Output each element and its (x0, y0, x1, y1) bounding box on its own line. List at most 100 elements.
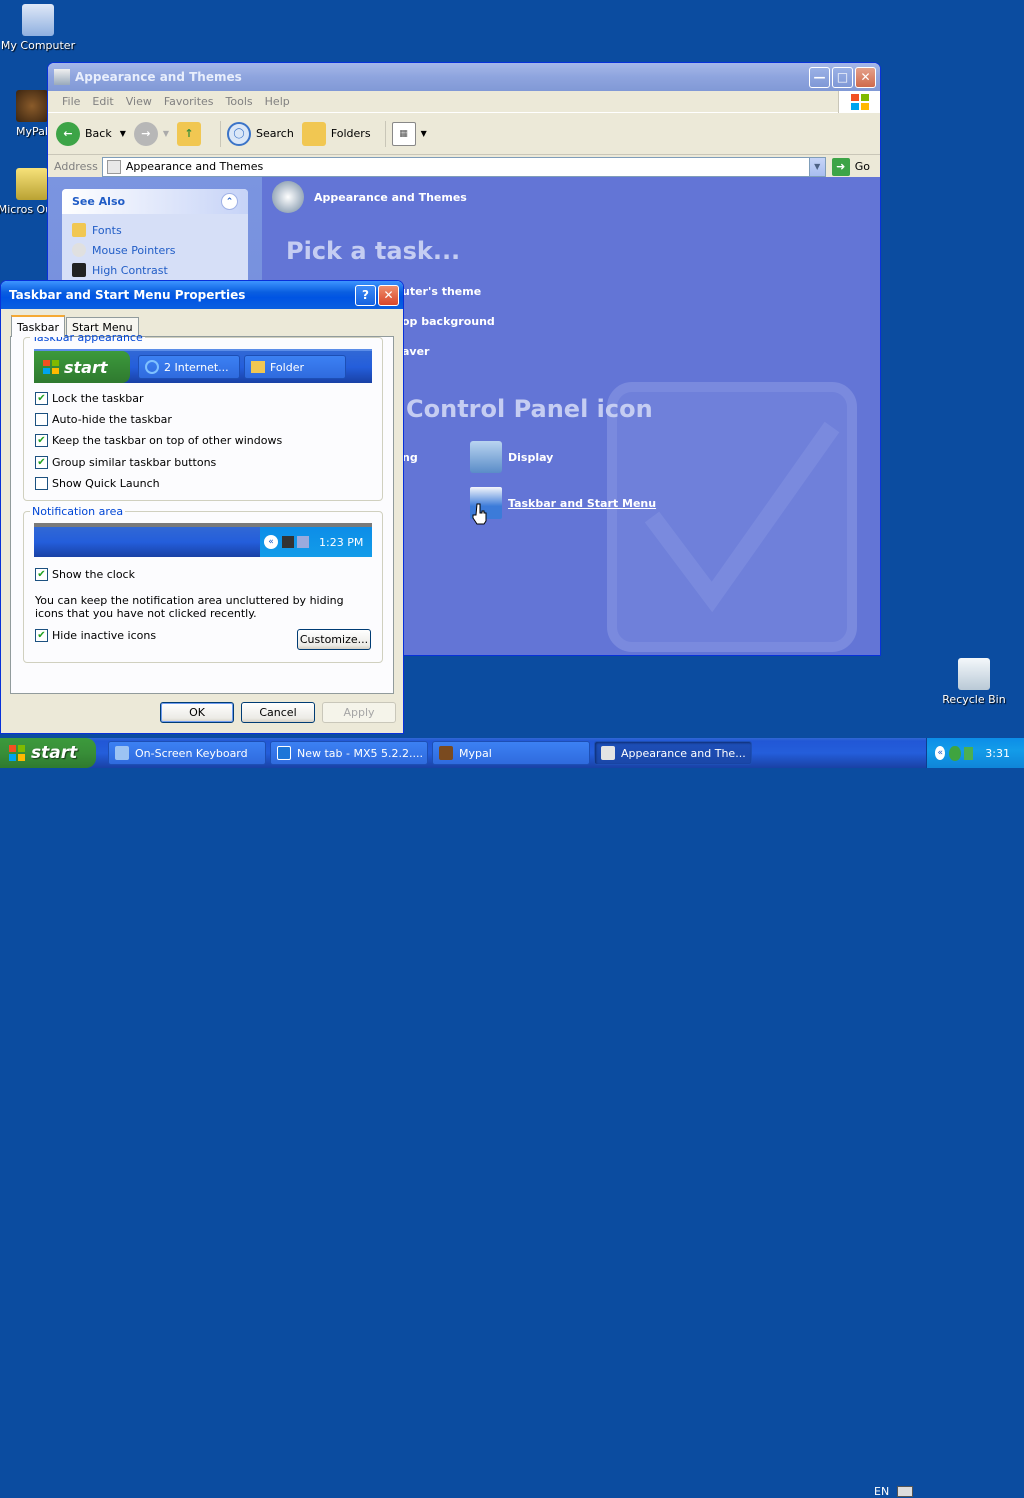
up-button[interactable]: ↑ (177, 121, 206, 146)
checkbox-box[interactable] (35, 477, 48, 490)
expand-chevron-icon: « (264, 535, 278, 549)
keyboard-layout-icon[interactable] (897, 1486, 913, 1497)
menu-help[interactable]: Help (259, 95, 296, 108)
back-label: Back (85, 127, 112, 140)
apply-button[interactable]: Apply (322, 702, 396, 723)
address-bar: Address Appearance and Themes ▼ ➜ Go (48, 155, 880, 179)
checkbox-label: Lock the taskbar (52, 392, 144, 405)
cancel-button[interactable]: Cancel (241, 702, 315, 723)
help-button[interactable]: ? (355, 284, 376, 306)
link-label: High Contrast (92, 263, 168, 277)
minimize-button[interactable]: — (809, 66, 830, 88)
checkbox-box[interactable]: ✔ (35, 568, 48, 581)
folders-button[interactable]: Folders (301, 121, 371, 146)
language-indicator[interactable]: EN (874, 1485, 889, 1498)
search-button[interactable]: ◯ Search (227, 121, 294, 146)
menu-edit[interactable]: Edit (86, 95, 119, 108)
preview-ie-button: 2 Internet... (138, 355, 240, 379)
go-button[interactable]: ➜ Go (831, 157, 870, 176)
desktop-icon-label: Recycle Bin (942, 693, 1006, 706)
network-icon (282, 536, 294, 548)
see-also-link-high-contrast[interactable]: High Contrast (72, 260, 238, 280)
network-status-icon[interactable] (963, 746, 974, 760)
dialog-title: Taskbar and Start Menu Properties (9, 288, 246, 302)
task-label: Mypal (459, 746, 492, 760)
close-button[interactable]: ✕ (855, 66, 876, 88)
task-link-screensaver[interactable]: aver (402, 345, 429, 358)
see-also-header[interactable]: See Also ⌃ (62, 189, 248, 214)
menu-favorites[interactable]: Favorites (158, 95, 220, 108)
see-also-title: See Also (72, 195, 126, 208)
lock-taskbar-checkbox[interactable]: ✔ Lock the taskbar (35, 392, 144, 405)
chevron-down-icon[interactable]: ▼ (163, 129, 169, 138)
checkbox-box[interactable]: ✔ (35, 392, 48, 405)
views-grid-icon: ▦ (391, 121, 416, 146)
forward-arrow-icon: → (133, 121, 158, 146)
display-control-panel-icon[interactable]: Display (470, 441, 553, 473)
ie-icon (145, 360, 159, 374)
search-label: Search (256, 127, 294, 140)
appearance-themes-icon (54, 69, 70, 85)
see-also-link-fonts[interactable]: Fonts (72, 220, 238, 240)
forward-button[interactable]: → ▼ (133, 121, 169, 146)
views-button[interactable]: ▦ ▼ (391, 121, 427, 146)
task-link-desktop-background[interactable]: op background (402, 315, 495, 328)
checkbox-box[interactable] (35, 413, 48, 426)
search-icon: ◯ (227, 121, 252, 146)
checkbox-label: Show the clock (52, 568, 135, 581)
desktop-icon-recycle-bin[interactable]: Recycle Bin (936, 658, 1012, 706)
maximize-button[interactable]: □ (832, 66, 853, 88)
close-button[interactable]: ✕ (378, 284, 399, 306)
taskbar-start-menu-control-panel-icon[interactable]: Taskbar and Start Menu (470, 487, 656, 519)
hide-inactive-checkbox[interactable]: ✔ Hide inactive icons (35, 629, 156, 642)
group-label: Notification area (32, 505, 124, 518)
tab-taskbar[interactable]: Taskbar (11, 315, 65, 337)
fonts-folder-icon (72, 223, 86, 237)
menu-view[interactable]: View (120, 95, 158, 108)
show-hidden-icons-button[interactable]: « (935, 746, 946, 760)
group-buttons-checkbox[interactable]: ✔ Group similar taskbar buttons (35, 456, 216, 469)
cp-icon-partial[interactable]: ng (402, 451, 418, 464)
utorrent-icon[interactable] (949, 745, 961, 761)
see-also-link-mouse-pointers[interactable]: Mouse Pointers (72, 240, 238, 260)
address-field[interactable]: Appearance and Themes ▼ (101, 156, 826, 177)
show-clock-checkbox[interactable]: ✔ Show the clock (35, 568, 135, 581)
notification-preview: « 1:23 PM (34, 523, 372, 557)
auto-hide-checkbox[interactable]: Auto-hide the taskbar (35, 413, 172, 426)
recycle-bin-icon (958, 658, 990, 690)
checkbox-box[interactable]: ✔ (35, 629, 48, 642)
windows-logo-icon (838, 91, 880, 113)
address-dropdown-button[interactable]: ▼ (808, 157, 825, 176)
outlook-icon (16, 168, 48, 200)
tray-app-icon (297, 536, 309, 548)
dialog-titlebar[interactable]: Taskbar and Start Menu Properties ? ✕ (1, 281, 403, 309)
taskbar-button-mypal[interactable]: Mypal (432, 741, 590, 765)
taskbar-button-appearance-themes[interactable]: Appearance and The... (594, 741, 752, 765)
menu-tools[interactable]: Tools (220, 95, 259, 108)
taskbar-button-mx5[interactable]: New tab - MX5 5.2.2.... (270, 741, 428, 765)
chevron-down-icon[interactable]: ▼ (120, 129, 126, 138)
customize-button[interactable]: Customize... (297, 629, 371, 650)
desktop-icon-my-computer[interactable]: My Computer (0, 4, 76, 52)
task-link-theme[interactable]: uter's theme (402, 285, 481, 298)
clock[interactable]: 3:31 (985, 747, 1010, 760)
explorer-titlebar[interactable]: Appearance and Themes — □ ✕ (48, 63, 880, 91)
computer-icon (22, 4, 54, 36)
quick-launch-checkbox[interactable]: Show Quick Launch (35, 477, 160, 490)
back-button[interactable]: ← Back ▼ (56, 121, 126, 146)
menu-file[interactable]: File (56, 95, 86, 108)
system-tray: « 3:31 (926, 738, 1024, 768)
taskbar-button-on-screen-keyboard[interactable]: On-Screen Keyboard (108, 741, 266, 765)
start-button[interactable]: start (0, 738, 96, 768)
checkbox-box[interactable]: ✔ (35, 434, 48, 447)
collapse-chevron-icon[interactable]: ⌃ (221, 193, 238, 210)
ok-button[interactable]: OK (160, 702, 234, 723)
folders-icon (301, 121, 326, 146)
keep-on-top-checkbox[interactable]: ✔ Keep the taskbar on top of other window… (35, 434, 282, 447)
start-label: start (31, 743, 78, 763)
main-header-title: Appearance and Themes (314, 190, 467, 204)
appearance-themes-icon (601, 746, 615, 760)
checkbox-label: Keep the taskbar on top of other windows (52, 434, 283, 447)
task-label: On-Screen Keyboard (135, 746, 248, 760)
checkbox-box[interactable]: ✔ (35, 456, 48, 469)
